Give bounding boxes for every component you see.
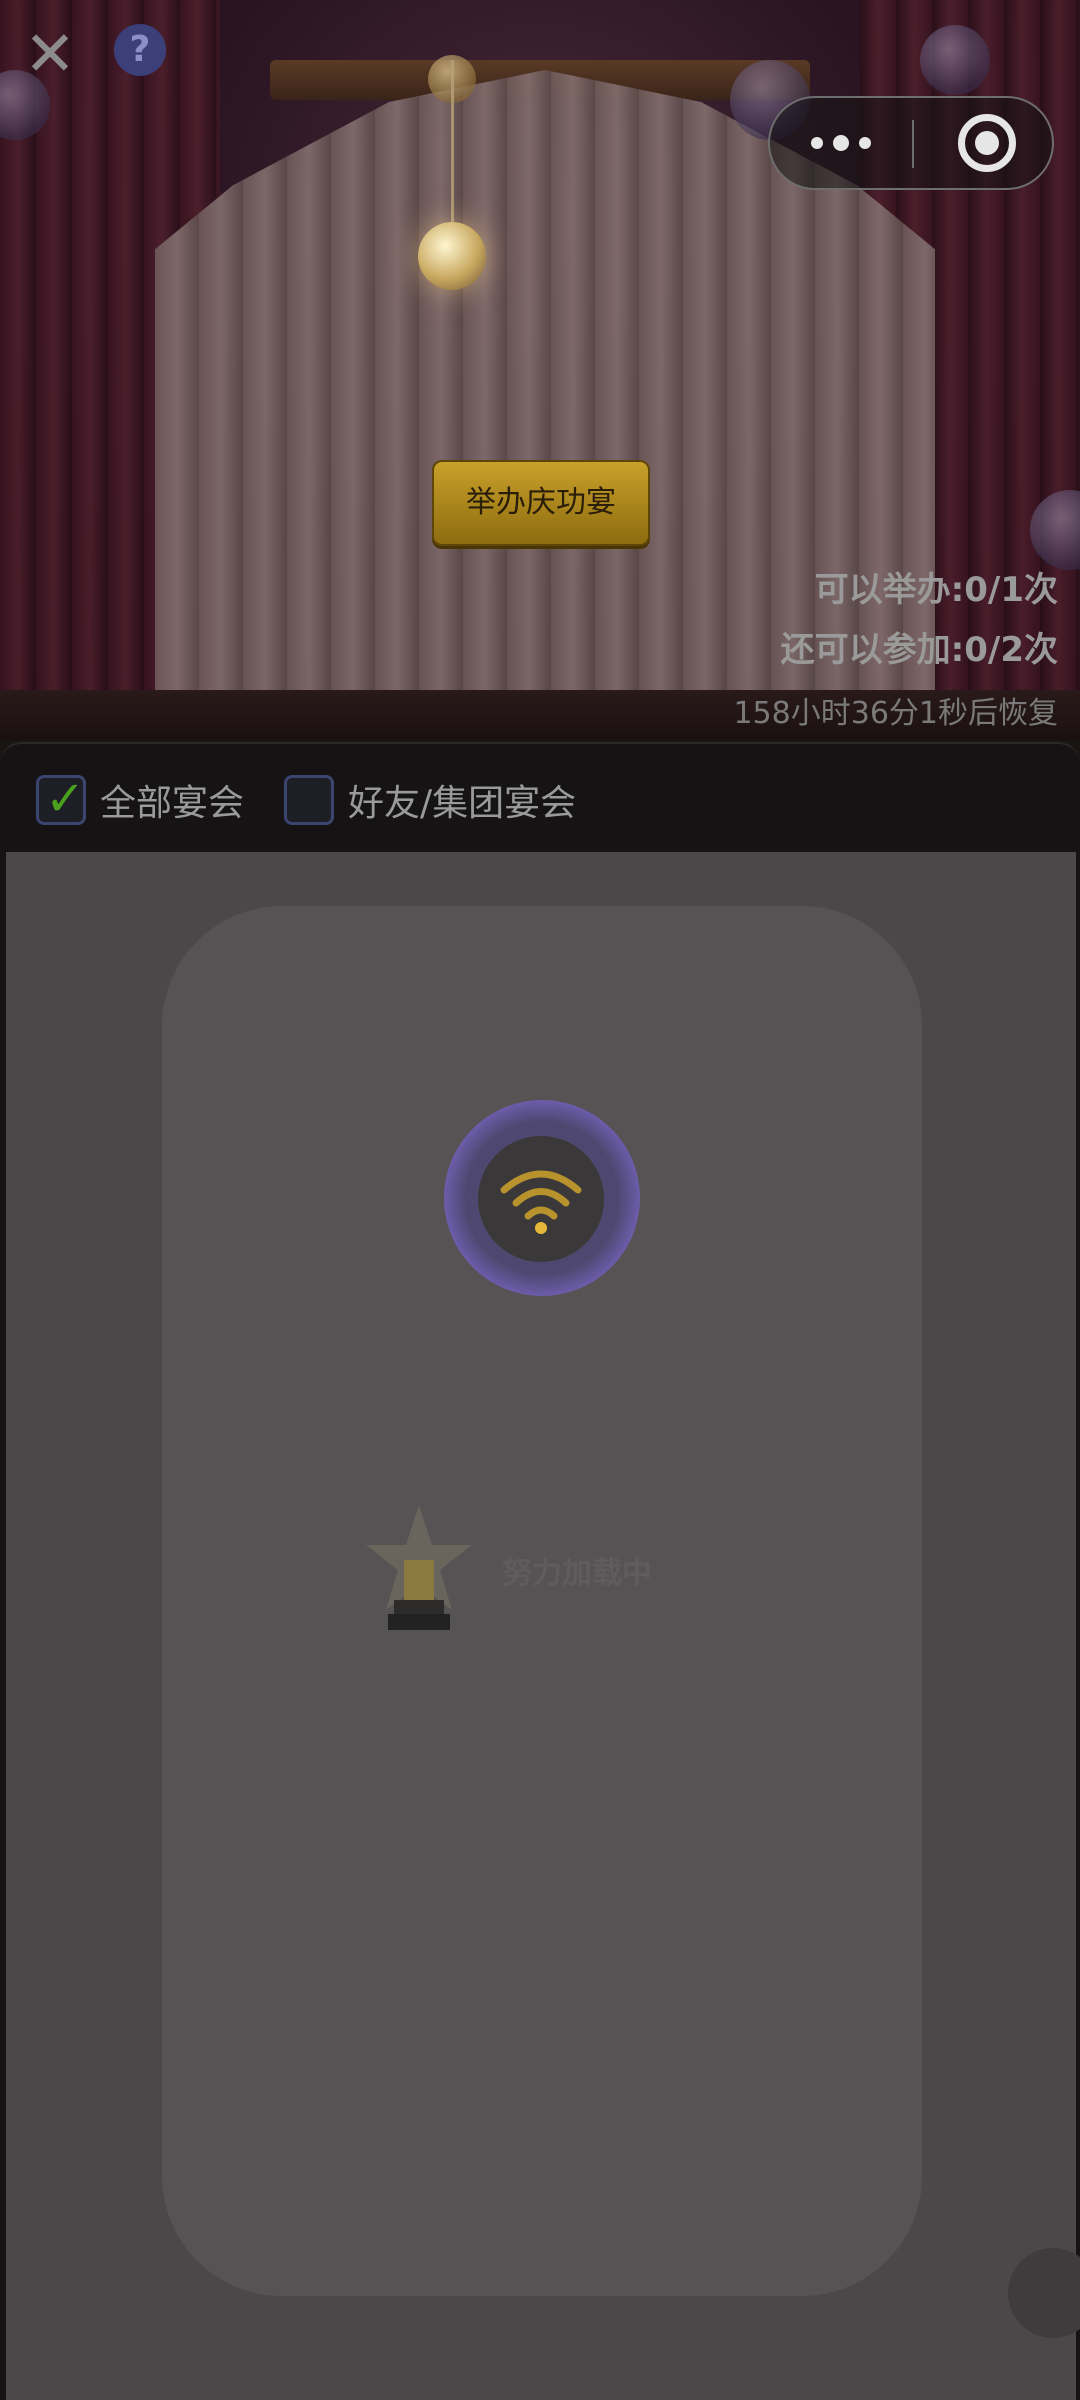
check-icon: ✓ — [45, 771, 86, 827]
recover-timer-text: 158小时36分1秒后恢复 — [733, 696, 1058, 731]
close-icon[interactable]: ✕ — [18, 22, 82, 86]
more-dots-icon[interactable] — [770, 98, 912, 188]
checkbox-all-banquets[interactable]: ✓ — [36, 771, 86, 827]
target-icon[interactable] — [958, 114, 1016, 172]
filter-all-banquets[interactable]: ✓ 全部宴会 — [36, 774, 244, 826]
trophy-icon — [366, 1505, 472, 1630]
capsule-divider — [912, 120, 914, 168]
filter-friend-banquets[interactable]: 好友/集团宴会 — [284, 774, 576, 826]
lamp-cord — [451, 60, 454, 230]
checkbox-friend-banquets[interactable] — [284, 775, 335, 825]
help-icon[interactable]: ? — [114, 24, 166, 76]
host-banquet-button[interactable]: 举办庆功宴 — [432, 460, 650, 546]
mini-program-capsule — [768, 96, 1054, 190]
hanging-lamp — [418, 222, 486, 290]
loading-text: 努力加载中 — [502, 1556, 652, 1591]
filter-label: 全部宴会 — [100, 783, 245, 824]
join-count-text: 还可以参加:0/2次 — [780, 630, 1058, 670]
filter-label: 好友/集团宴会 — [348, 783, 577, 824]
filter-bar: ✓ 全部宴会 好友/集团宴会 — [0, 752, 1080, 848]
wifi-icon — [500, 1170, 582, 1234]
host-count-text: 可以举办:0/1次 — [814, 570, 1058, 610]
decor-orb — [920, 25, 990, 95]
